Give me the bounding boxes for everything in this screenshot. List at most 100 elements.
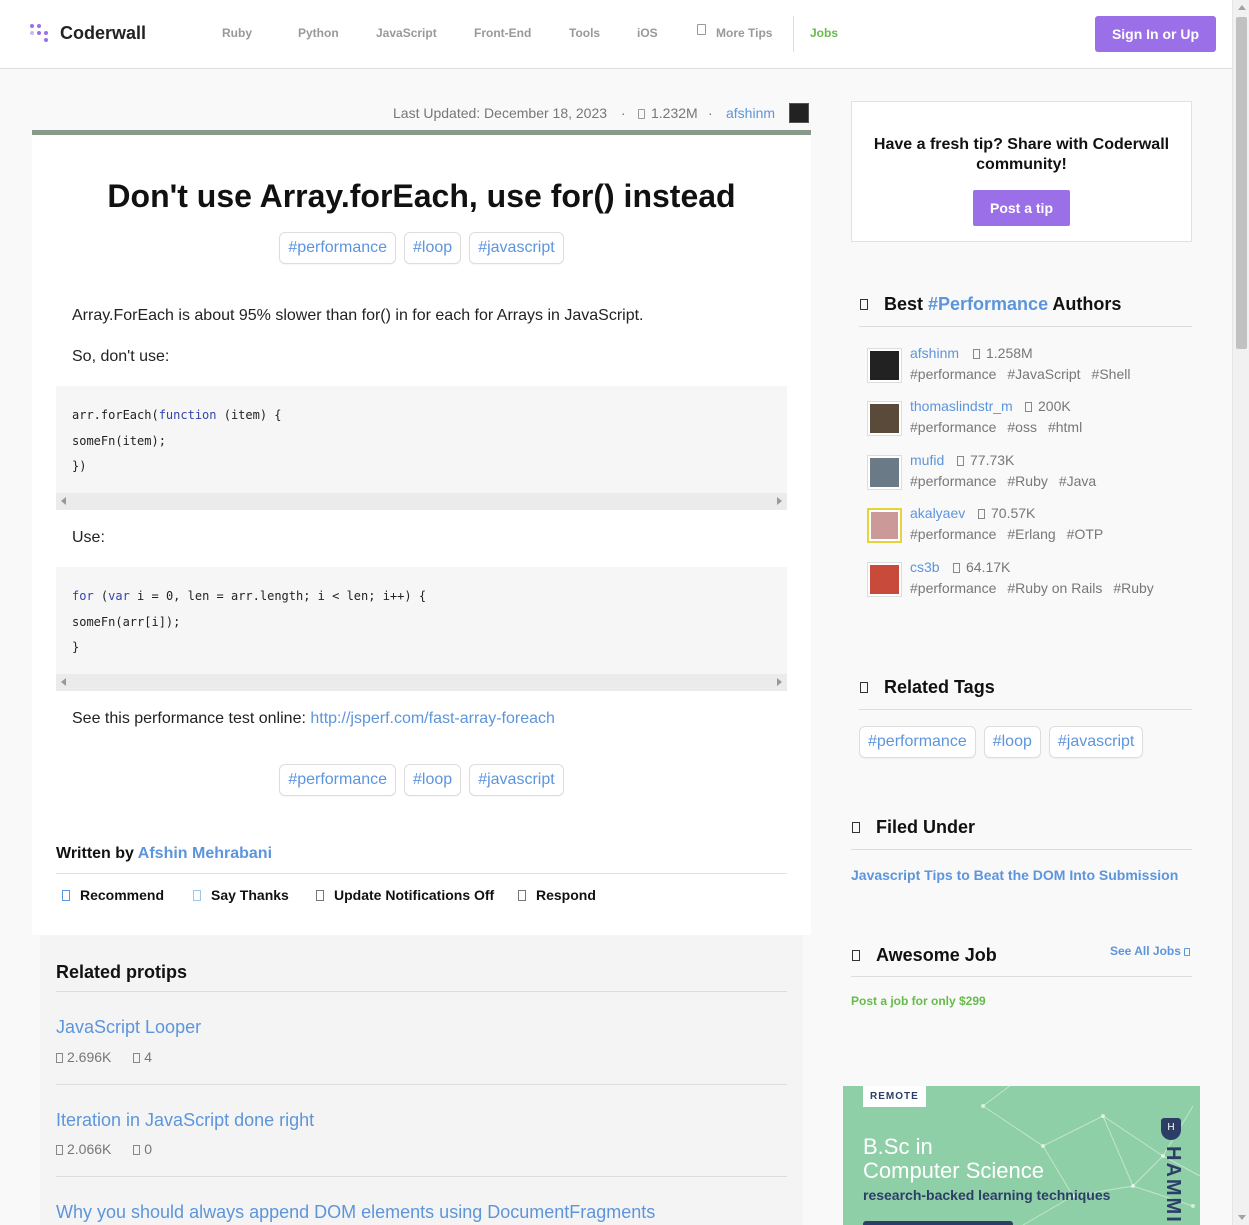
jsperf-link[interactable]: http://jsperf.com/fast-array-foreach — [310, 710, 555, 727]
tag-icon — [860, 682, 868, 693]
shield-icon: H — [1161, 1118, 1181, 1140]
related-link[interactable]: Why you should always append DOM element… — [56, 1202, 655, 1223]
scroll-down-icon[interactable] — [1238, 1215, 1246, 1220]
author-name[interactable]: afshinm — [910, 345, 959, 361]
say-thanks-button[interactable]: Say Thanks — [193, 887, 289, 903]
author-row[interactable]: cs3b 64.17K #performance #Ruby on Rails #R… — [867, 559, 1197, 603]
author-link[interactable]: afshinm — [726, 105, 775, 121]
trophy-icon — [860, 299, 868, 310]
paragraph: Array.ForEach is about 95% slower than f… — [72, 307, 644, 324]
scrollbar-thumb[interactable] — [1236, 17, 1247, 349]
briefcase-icon — [852, 950, 860, 961]
code-scrollbar[interactable] — [56, 493, 787, 510]
thanks-icon — [193, 890, 201, 901]
nav-ios[interactable]: iOS — [637, 26, 658, 40]
avatar — [867, 508, 902, 543]
more-tips-icon — [697, 23, 706, 37]
page-scrollbar[interactable] — [1232, 0, 1249, 1225]
post-tip-button[interactable]: Post a tip — [973, 190, 1070, 226]
avatar — [867, 562, 902, 597]
divider — [56, 1176, 787, 1177]
nav-front-end[interactable]: Front-End — [474, 26, 531, 40]
nav-tools[interactable]: Tools — [569, 26, 600, 40]
logo-icon — [30, 22, 50, 44]
related-stats: 2.066K 0 — [56, 1141, 152, 1157]
arrow-icon — [1184, 948, 1191, 956]
views-icon — [56, 1053, 63, 1063]
author-avatar[interactable] — [789, 103, 809, 123]
avatar — [867, 455, 902, 490]
scroll-up-icon[interactable] — [1238, 5, 1246, 10]
tag-javascript[interactable]: #javascript — [469, 764, 564, 796]
top-header: Coderwall Ruby Python JavaScript Front-E… — [0, 0, 1232, 69]
related-tags-heading: Related Tags — [860, 677, 995, 698]
ad-subline: research-backed learning techniques — [863, 1187, 1111, 1203]
tag-performance[interactable]: #performance — [279, 764, 397, 796]
see-all-jobs-link[interactable]: See All Jobs — [1110, 944, 1191, 958]
comment-icon — [518, 890, 526, 901]
author-name[interactable]: akalyaev — [910, 505, 965, 521]
views-icon — [957, 456, 964, 466]
written-by: Written by Afshin Mehrabani — [56, 845, 273, 862]
nav-python[interactable]: Python — [298, 26, 339, 40]
paragraph: So, don't use: — [72, 348, 170, 365]
views-icon — [953, 563, 960, 573]
filed-under-heading: Filed Under — [852, 817, 975, 838]
views-icon — [973, 349, 980, 359]
recommend-icon — [62, 890, 70, 901]
paragraph: Use: — [72, 529, 105, 546]
bell-icon — [316, 890, 324, 901]
nav-jobs[interactable]: Jobs — [810, 26, 838, 40]
author-name[interactable]: cs3b — [910, 559, 940, 575]
meta-separator: · — [621, 105, 626, 121]
code-block: for (var i = 0, len = arr.length; i < le… — [56, 567, 787, 691]
author-row[interactable]: afshinm 1.258M #performance #JavaScript #S… — [867, 345, 1197, 389]
author-name[interactable]: thomaslindstr_m — [910, 398, 1013, 414]
nav-javascript[interactable]: JavaScript — [376, 26, 437, 40]
comments-icon — [133, 1053, 141, 1063]
ad-brand: HAMMI — [1162, 1146, 1184, 1224]
logo-text: Coderwall — [60, 22, 147, 43]
tag-javascript[interactable]: #javascript — [469, 232, 564, 264]
notifications-toggle[interactable]: Update Notifications Off — [316, 887, 494, 903]
author-row[interactable]: thomaslindstr_m 200K #performance #oss #ht… — [867, 398, 1197, 442]
filed-under-link[interactable]: Javascript Tips to Beat the DOM Into Sub… — [851, 867, 1178, 883]
nav-more-tips[interactable]: More Tips — [716, 26, 772, 40]
avatar — [867, 401, 902, 436]
divider — [56, 873, 787, 874]
post-job-link[interactable]: Post a job for only $299 — [851, 994, 986, 1008]
related-link[interactable]: Iteration in JavaScript done right — [56, 1110, 314, 1131]
views-icon — [56, 1145, 63, 1155]
share-tip-box: Have a fresh tip? Share with Coderwall c… — [851, 101, 1192, 242]
tag-performance[interactable]: #performance — [279, 232, 397, 264]
tag-loop[interactable]: #loop — [404, 232, 462, 264]
nav-ruby[interactable]: Ruby — [222, 26, 252, 40]
remote-badge: REMOTE — [863, 1086, 926, 1107]
job-ad-banner[interactable]: REMOTE B.Sc in Computer Science research-… — [843, 1086, 1200, 1225]
article-meta: Last Updated: December 18, 2023 · 1.232M… — [32, 102, 811, 126]
divider — [851, 849, 1192, 850]
recommend-button[interactable]: Recommend — [62, 887, 164, 903]
related-heading: Related protips — [56, 962, 188, 982]
tag-loop[interactable]: #loop — [983, 726, 1041, 758]
divider — [859, 709, 1192, 710]
author-name[interactable]: mufid — [910, 452, 944, 468]
sign-in-button[interactable]: Sign In or Up — [1095, 16, 1216, 52]
tag-javascript[interactable]: #javascript — [1048, 726, 1144, 758]
tag-loop[interactable]: #loop — [404, 764, 462, 796]
views-icon — [978, 509, 985, 519]
author-name-link[interactable]: Afshin Mehrabani — [138, 845, 272, 862]
ad-headline: B.Sc in Computer Science — [863, 1134, 1044, 1183]
author-row[interactable]: akalyaev 70.57K #performance #Erlang #OTP — [867, 505, 1197, 549]
related-tags-list: #performance #loop #javascript — [859, 726, 1144, 758]
respond-button[interactable]: Respond — [518, 887, 596, 903]
ad-cta-bar[interactable] — [863, 1221, 1013, 1225]
author-row[interactable]: mufid 77.73K #performance #Ruby #Java — [867, 452, 1197, 496]
related-link[interactable]: JavaScript Looper — [56, 1017, 201, 1038]
code-scrollbar[interactable] — [56, 674, 787, 691]
avatar — [867, 348, 902, 383]
article-card: Don't use Array.forEach, use for() inste… — [32, 135, 811, 935]
tag-performance[interactable]: #performance — [859, 726, 976, 758]
paragraph: See this performance test online: http:/… — [72, 710, 555, 727]
logo[interactable]: Coderwall — [30, 22, 146, 44]
